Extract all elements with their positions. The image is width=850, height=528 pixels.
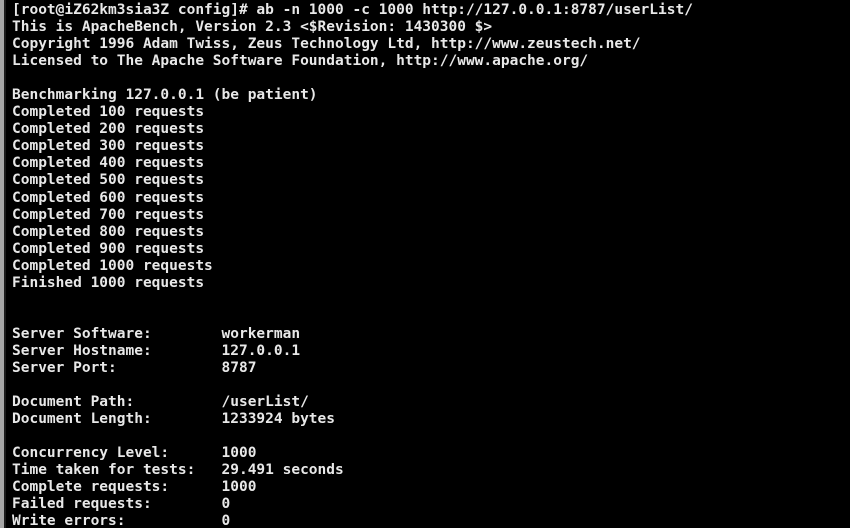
- terminal-line-completed-1000: Completed 1000 requests: [12, 257, 213, 274]
- terminal-line-completed-800: Completed 800 requests: [12, 223, 205, 240]
- terminal-line-write-errors: Write errors: 0: [12, 513, 231, 528]
- terminal-line-document-path: Document Path: /userList/: [12, 394, 309, 411]
- terminal-line-complete-requests: Complete requests: 1000: [12, 479, 257, 496]
- terminal-line-completed-900: Completed 900 requests: [12, 240, 205, 257]
- terminal-line-completed-100: Completed 100 requests: [12, 104, 205, 121]
- terminal-line-server-software: Server Software: workerman: [12, 325, 301, 342]
- terminal-line-concurrency: Concurrency Level: 1000: [12, 445, 257, 462]
- terminal-line-copyright: Copyright 1996 Adam Twiss, Zeus Technolo…: [12, 36, 641, 53]
- terminal-line-completed-400: Completed 400 requests: [12, 155, 205, 172]
- terminal-line-server-port: Server Port: 8787: [12, 359, 257, 376]
- terminal-line-ab-version: This is ApacheBench, Version 2.3 <$Revis…: [12, 19, 493, 36]
- terminal-line-license: Licensed to The Apache Software Foundati…: [12, 53, 589, 70]
- terminal-window[interactable]: [root@iZ62km3sia3Z config]# ab -n 1000 -…: [0, 0, 850, 528]
- terminal-line-completed-200: Completed 200 requests: [12, 121, 205, 138]
- terminal-line-completed-300: Completed 300 requests: [12, 138, 205, 155]
- terminal-line-time-taken: Time taken for tests: 29.491 seconds: [12, 462, 344, 479]
- terminal-line-prompt-command: [root@iZ62km3sia3Z config]# ab -n 1000 -…: [12, 2, 693, 18]
- terminal-line-failed-requests: Failed requests: 0: [12, 496, 231, 513]
- terminal-line-benchmarking: Benchmarking 127.0.0.1 (be patient): [12, 87, 318, 104]
- terminal-line-completed-600: Completed 600 requests: [12, 189, 205, 206]
- terminal-line-server-hostname: Server Hostname: 127.0.0.1: [12, 342, 301, 359]
- terminal-line-completed-700: Completed 700 requests: [12, 206, 205, 223]
- terminal-line-finished: Finished 1000 requests: [12, 274, 205, 291]
- terminal-output-screen[interactable]: [root@iZ62km3sia3Z config]# ab -n 1000 -…: [0, 0, 850, 528]
- terminal-line-completed-500: Completed 500 requests: [12, 172, 205, 189]
- terminal-line-document-length: Document Length: 1233924 bytes: [12, 411, 336, 428]
